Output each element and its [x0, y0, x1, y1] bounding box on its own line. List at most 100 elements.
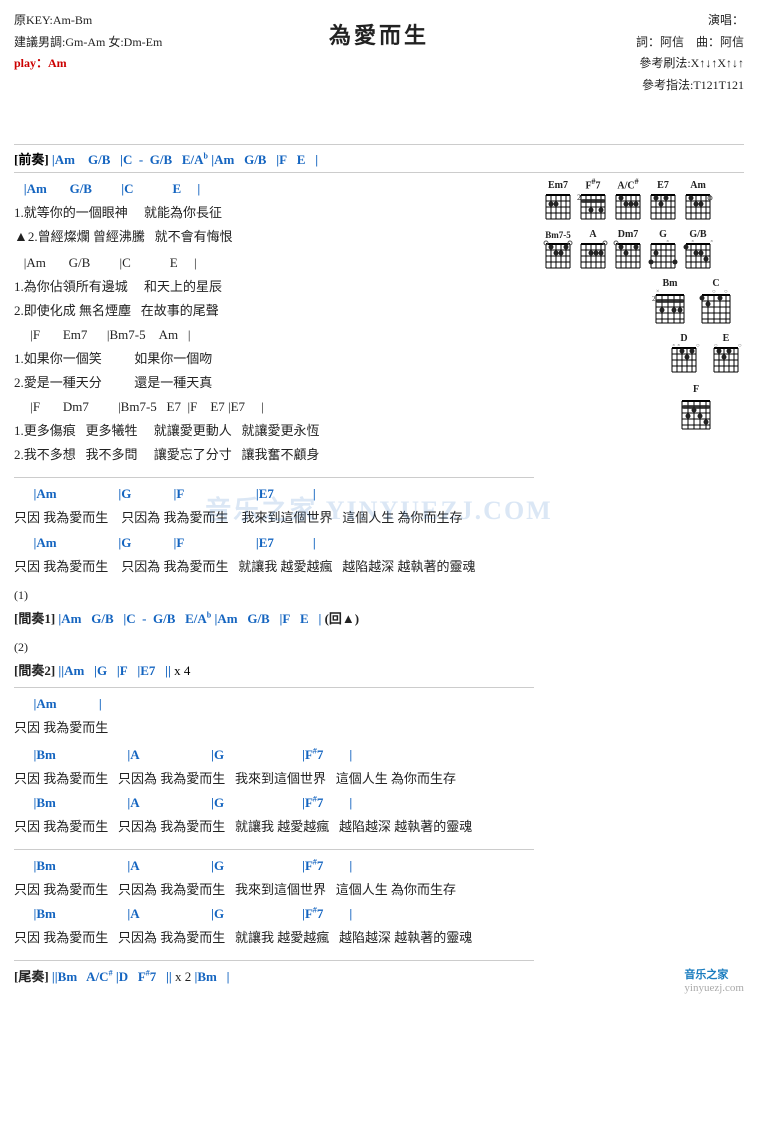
chorus-chord2: |Am |G |F |E7 |	[14, 531, 534, 555]
diagram-row-2: Bm7-5	[542, 229, 744, 270]
chord-am-grid	[682, 191, 714, 221]
verse1-chord3: |F Em7 |Bm7-5 Am |	[14, 323, 534, 347]
chord-f-grid	[678, 395, 714, 431]
outro-chord2: |Bm |A |G |F#7 |	[14, 791, 534, 815]
outro-chord3: |Bm |A |G |F#7 |	[14, 854, 534, 878]
chord-e7-grid	[647, 191, 679, 221]
verse1-lyric1: 1.就等你的一個眼神 就能為你長征	[14, 201, 534, 225]
chord-ac#-grid	[612, 191, 644, 221]
chord-fs7-label: F#7	[585, 177, 600, 191]
svg-text:×: ×	[672, 344, 675, 349]
chord-a-label: A	[589, 229, 596, 240]
footer-logo-right: 音乐之家 yinyuezj.com	[684, 966, 744, 994]
chord-gb: G/B	[682, 229, 714, 270]
svg-text:×: ×	[666, 240, 669, 245]
verse1-lyric8: 2.我不多想 我不多問 讓愛忘了分寸 讓我奮不顧身	[14, 443, 534, 467]
chord-c-label: C	[712, 278, 719, 289]
svg-text:○: ○	[738, 344, 742, 349]
interlude1-row: [間奏1] |Am G/B |C - G/B E/Ab |Am G/B |F E…	[14, 607, 534, 631]
chord-g-grid: ×	[647, 240, 679, 270]
chord-d-grid: × × ○	[668, 344, 700, 374]
lyrics-area: |Am G/B |C E | 1.就等你的一個眼神 就能為你長征 ▲2.曾經燦爛…	[14, 177, 534, 989]
meta-right: 演唱： 詞：阿信 曲：阿信 參考刷法:X↑↓↑X↑↓↑ 參考指法:T121T12…	[636, 10, 744, 96]
verse1-chord2: |Am G/B |C E |	[14, 251, 534, 275]
outro-chord0: |Am |	[14, 692, 534, 716]
chord-am: Am	[682, 180, 714, 221]
chord-fs7-grid: 2	[577, 191, 609, 221]
chord-dm7-grid	[612, 240, 644, 270]
suggestion-key: 建議男調:Gm-Am 女:Dm-Em	[14, 32, 162, 54]
chord-bm-grid: 2 ×	[652, 289, 688, 325]
chord-g-label: G	[659, 229, 667, 240]
chord-em7-label: Em7	[548, 180, 568, 191]
chord-c-grid: ○ ○	[698, 289, 734, 325]
chorus-lyric2: 只因 我為愛而生 只因為 我為愛而生 就讓我 越愛越瘋 越陷越深 越執著的靈魂	[14, 555, 534, 579]
outro-chord1: |Bm |A |G |F#7 |	[14, 743, 534, 767]
verse1-lyric6: 2.愛是一種天分 還是一種天真	[14, 371, 534, 395]
svg-text:×: ×	[710, 240, 713, 245]
chord-f: F	[678, 384, 714, 431]
chord-diagrams: Em7	[534, 177, 744, 989]
diagram-row-5: F	[542, 384, 714, 431]
chord-e-label: E	[723, 333, 730, 344]
main-area: |Am G/B |C E | 1.就等你的一個眼神 就能為你長征 ▲2.曾經燦爛…	[14, 177, 744, 989]
outro-lyric2: 只因 我為愛而生 只因為 我為愛而生 就讓我 越愛越瘋 越陷越深 越執著的靈魂	[14, 815, 534, 839]
chord-gb-label: G/B	[689, 229, 706, 240]
chord-bm75: Bm7-5	[542, 230, 574, 270]
end-section: [尾奏] ||Bm A/C# |D F#7 || x 2 |Bm |	[14, 965, 534, 989]
chord-d: D	[668, 333, 700, 374]
prelude-section: [前奏] |Am G/B |C - G/B E/Ab |Am G/B |F E …	[14, 149, 744, 168]
meta-left: 原KEY:Am-Bm 建議男調:Gm-Am 女:Dm-Em play：Am	[14, 10, 162, 75]
chord-ac#: A/C#	[612, 177, 644, 221]
svg-text:2: 2	[652, 295, 656, 303]
interlude2-row: [間奏2] ||Am |G |F |E7 || x 4	[14, 659, 534, 683]
outro-lyric0: 只因 我為愛而生	[14, 716, 534, 740]
verse1-chord1: |Am G/B |C E |	[14, 177, 534, 201]
chord-em7: Em7	[542, 180, 574, 221]
prelude-label: [前奏]	[14, 152, 49, 167]
outro-lyric3: 只因 我為愛而生 只因為 我為愛而生 我來到這個世界 這個人生 為你而生存	[14, 878, 534, 902]
svg-text:○: ○	[714, 344, 718, 349]
footer-url: yinyuezj.com	[684, 982, 744, 994]
chorus-lyric1: 只因 我為愛而生 只因為 我為愛而生 我來到這個世界 這個人生 為你而生存	[14, 506, 534, 530]
chord-fs7: F#7 2	[577, 177, 609, 221]
chord-e7: E7	[647, 180, 679, 221]
interlude1-label-row: (1)	[14, 583, 534, 607]
interlude2-label-row: (2)	[14, 635, 534, 659]
verse1-lyric7: 1.更多傷痕 更多犧牲 就讓愛更動人 就讓愛更永恆	[14, 419, 534, 443]
singer-info: 演唱：	[636, 10, 744, 32]
svg-text:2: 2	[577, 193, 581, 202]
prelude-chords: |Am G/B |C - G/B E/Ab |Am G/B |F E |	[52, 152, 318, 167]
chord-bm: Bm 2	[652, 278, 688, 325]
divider-6	[14, 960, 534, 961]
chord-dm7-label: Dm7	[618, 229, 639, 240]
chord-dm7: Dm7	[612, 229, 644, 270]
footer-logo-icon: 音乐之家	[684, 966, 744, 982]
lyricist-info: 詞：阿信 曲：阿信	[636, 32, 744, 54]
svg-text:×: ×	[691, 240, 694, 245]
chord-e7-label: E7	[657, 180, 669, 191]
original-key: 原KEY:Am-Bm	[14, 10, 162, 32]
verse1-lyric4: 2.即使化成 無名煙塵 在故事的尾聲	[14, 299, 534, 323]
outro-chord4: |Bm |A |G |F#7 |	[14, 902, 534, 926]
chord-bm75-label: Bm7-5	[545, 230, 571, 240]
outro-lyric1: 只因 我為愛而生 只因為 我為愛而生 我來到這個世界 這個人生 為你而生存	[14, 767, 534, 791]
finger-info: 參考指法:T121T121	[636, 75, 744, 97]
outro-lyric4: 只因 我為愛而生 只因為 我為愛而生 就讓我 越愛越瘋 越陷越深 越執著的靈魂	[14, 926, 534, 950]
chord-d-label: D	[680, 333, 687, 344]
chord-ac#-label: A/C#	[617, 177, 638, 191]
chord-bm75-grid	[542, 240, 574, 270]
svg-text:○: ○	[724, 289, 728, 295]
diagram-row-3: Bm 2	[542, 278, 734, 325]
diagram-row-1: Em7	[542, 177, 744, 221]
divider-1	[14, 144, 744, 145]
chord-f-label: F	[693, 384, 699, 395]
chord-g: G	[647, 229, 679, 270]
divider-4	[14, 687, 534, 688]
verse1-lyric5: 1.如果你一個笑 如果你一個吻	[14, 347, 534, 371]
chord-a-grid	[577, 240, 609, 270]
verse1-lyric2: ▲2.曾經燦爛 曾經沸騰 就不會有悔恨	[14, 225, 534, 251]
divider-3	[14, 477, 534, 478]
chord-bm-label: Bm	[663, 278, 678, 289]
divider-5	[14, 849, 534, 850]
